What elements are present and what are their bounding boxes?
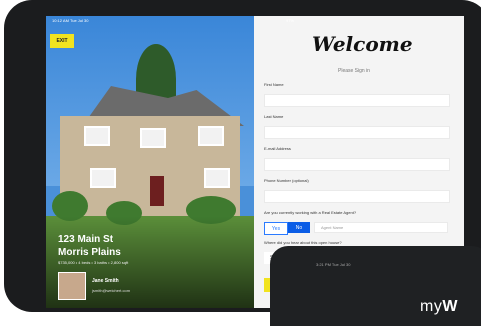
brand-suffix: W xyxy=(442,298,458,315)
agent-email: jsmith@weichert.com xyxy=(92,288,131,293)
brand-prefix: my xyxy=(420,298,443,315)
window xyxy=(198,126,224,146)
agent-question: Are you currently working with a Real Es… xyxy=(264,210,357,215)
agent-toggle: Yes No xyxy=(264,222,310,235)
welcome-title: Welcome xyxy=(312,32,413,56)
email-field[interactable] xyxy=(264,158,450,171)
yes-button[interactable]: Yes xyxy=(264,222,288,235)
phone-brand: myW xyxy=(420,298,458,316)
agent-avatar xyxy=(58,272,86,300)
phone-field[interactable] xyxy=(264,190,450,203)
first-name-field[interactable] xyxy=(264,94,450,107)
listing-photo-panel: EXIT 123 Main St Morris Plains $735,000 … xyxy=(46,16,254,308)
email-label: E-mail Address xyxy=(264,146,291,151)
listing-specs: $735,000 • 4 beds • 3 baths • 2,800 sqft xyxy=(58,260,129,265)
last-name-field[interactable] xyxy=(264,126,450,139)
no-button[interactable]: No xyxy=(288,222,310,233)
window xyxy=(204,168,230,188)
window xyxy=(84,126,110,146)
agent-name: Jane Smith xyxy=(92,278,119,284)
front-door xyxy=(150,176,164,206)
address-line2: Morris Plains xyxy=(58,247,121,258)
battery-indicator: 97% xyxy=(285,18,294,23)
window xyxy=(140,128,166,148)
exit-button[interactable]: EXIT xyxy=(50,34,74,48)
address-line1: 123 Main St xyxy=(58,234,114,245)
signin-subtitle: Please Sign in xyxy=(338,68,370,74)
status-time: 10:12 AM Tue Jul 30 xyxy=(52,18,89,23)
agent-name-input[interactable]: Agent Name xyxy=(314,222,448,233)
phone-device: 3:21 PM Tue Jul 30 myW xyxy=(270,246,481,326)
phone-status-time: 3:21 PM Tue Jul 30 xyxy=(316,262,351,267)
last-name-label: Last Name xyxy=(264,114,284,119)
window xyxy=(90,168,116,188)
phone-label: Phone Number (optional) xyxy=(264,178,309,183)
where-heard-label: Where did you hear about this open house… xyxy=(264,240,342,245)
status-bar: 10:12 AM Tue Jul 30 97% xyxy=(46,16,464,24)
first-name-label: First Name xyxy=(264,82,284,87)
